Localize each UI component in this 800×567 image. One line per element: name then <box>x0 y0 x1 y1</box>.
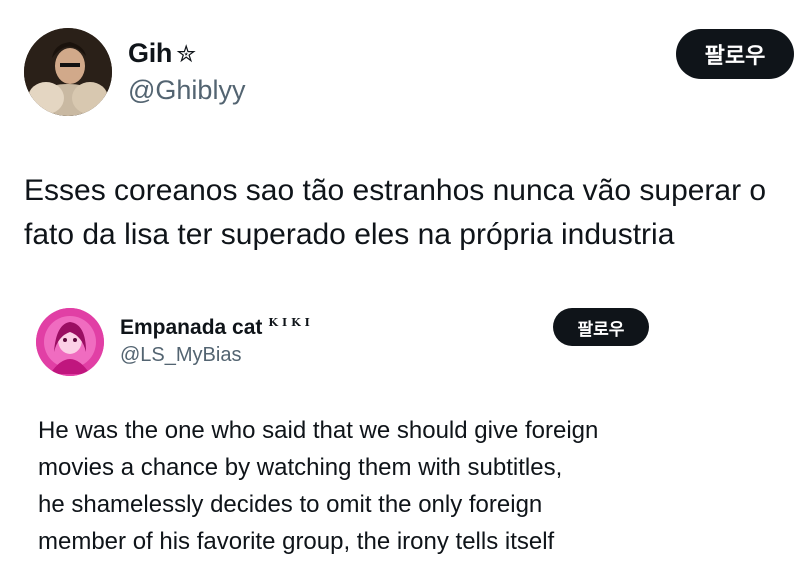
name-badge: KIKI <box>268 316 314 329</box>
star-icon: ✮ <box>176 41 196 68</box>
profile-photo-icon <box>24 28 112 116</box>
follow-button[interactable]: 팔로우 <box>676 29 794 79</box>
quoted-follow-button[interactable]: 팔로우 <box>553 308 649 346</box>
display-name-text: Gih <box>128 38 173 68</box>
user-handle[interactable]: @Ghiblyy <box>128 75 245 106</box>
quoted-text-line: He was the one who said that we should g… <box>38 417 599 444</box>
quoted-text-line: he shamelessly decides to omit the only … <box>38 491 543 518</box>
display-name[interactable]: Gih ✮ <box>128 38 196 69</box>
quoted-display-name-text: Empanada cat <box>120 316 263 339</box>
quoted-user-handle[interactable]: @LS_MyBias <box>120 344 241 367</box>
quoted-avatar[interactable] <box>36 308 104 376</box>
quoted-display-name[interactable]: Empanada cat KIKI <box>120 316 314 340</box>
quoted-text-line: movies a chance by watching them with su… <box>38 454 563 481</box>
tweet-screenshot: Gih ✮ @Ghiblyy 팔로우 Esses coreanos sao tão… <box>0 0 800 567</box>
quoted-tweet-text: He was the one who said that we should g… <box>38 412 652 567</box>
profile-photo-icon <box>36 308 104 376</box>
avatar[interactable] <box>24 28 112 116</box>
quoted-text-line: member of his favorite group, the irony … <box>38 528 555 555</box>
tweet-text: Esses coreanos sao tão estranhos nunca v… <box>24 174 767 251</box>
